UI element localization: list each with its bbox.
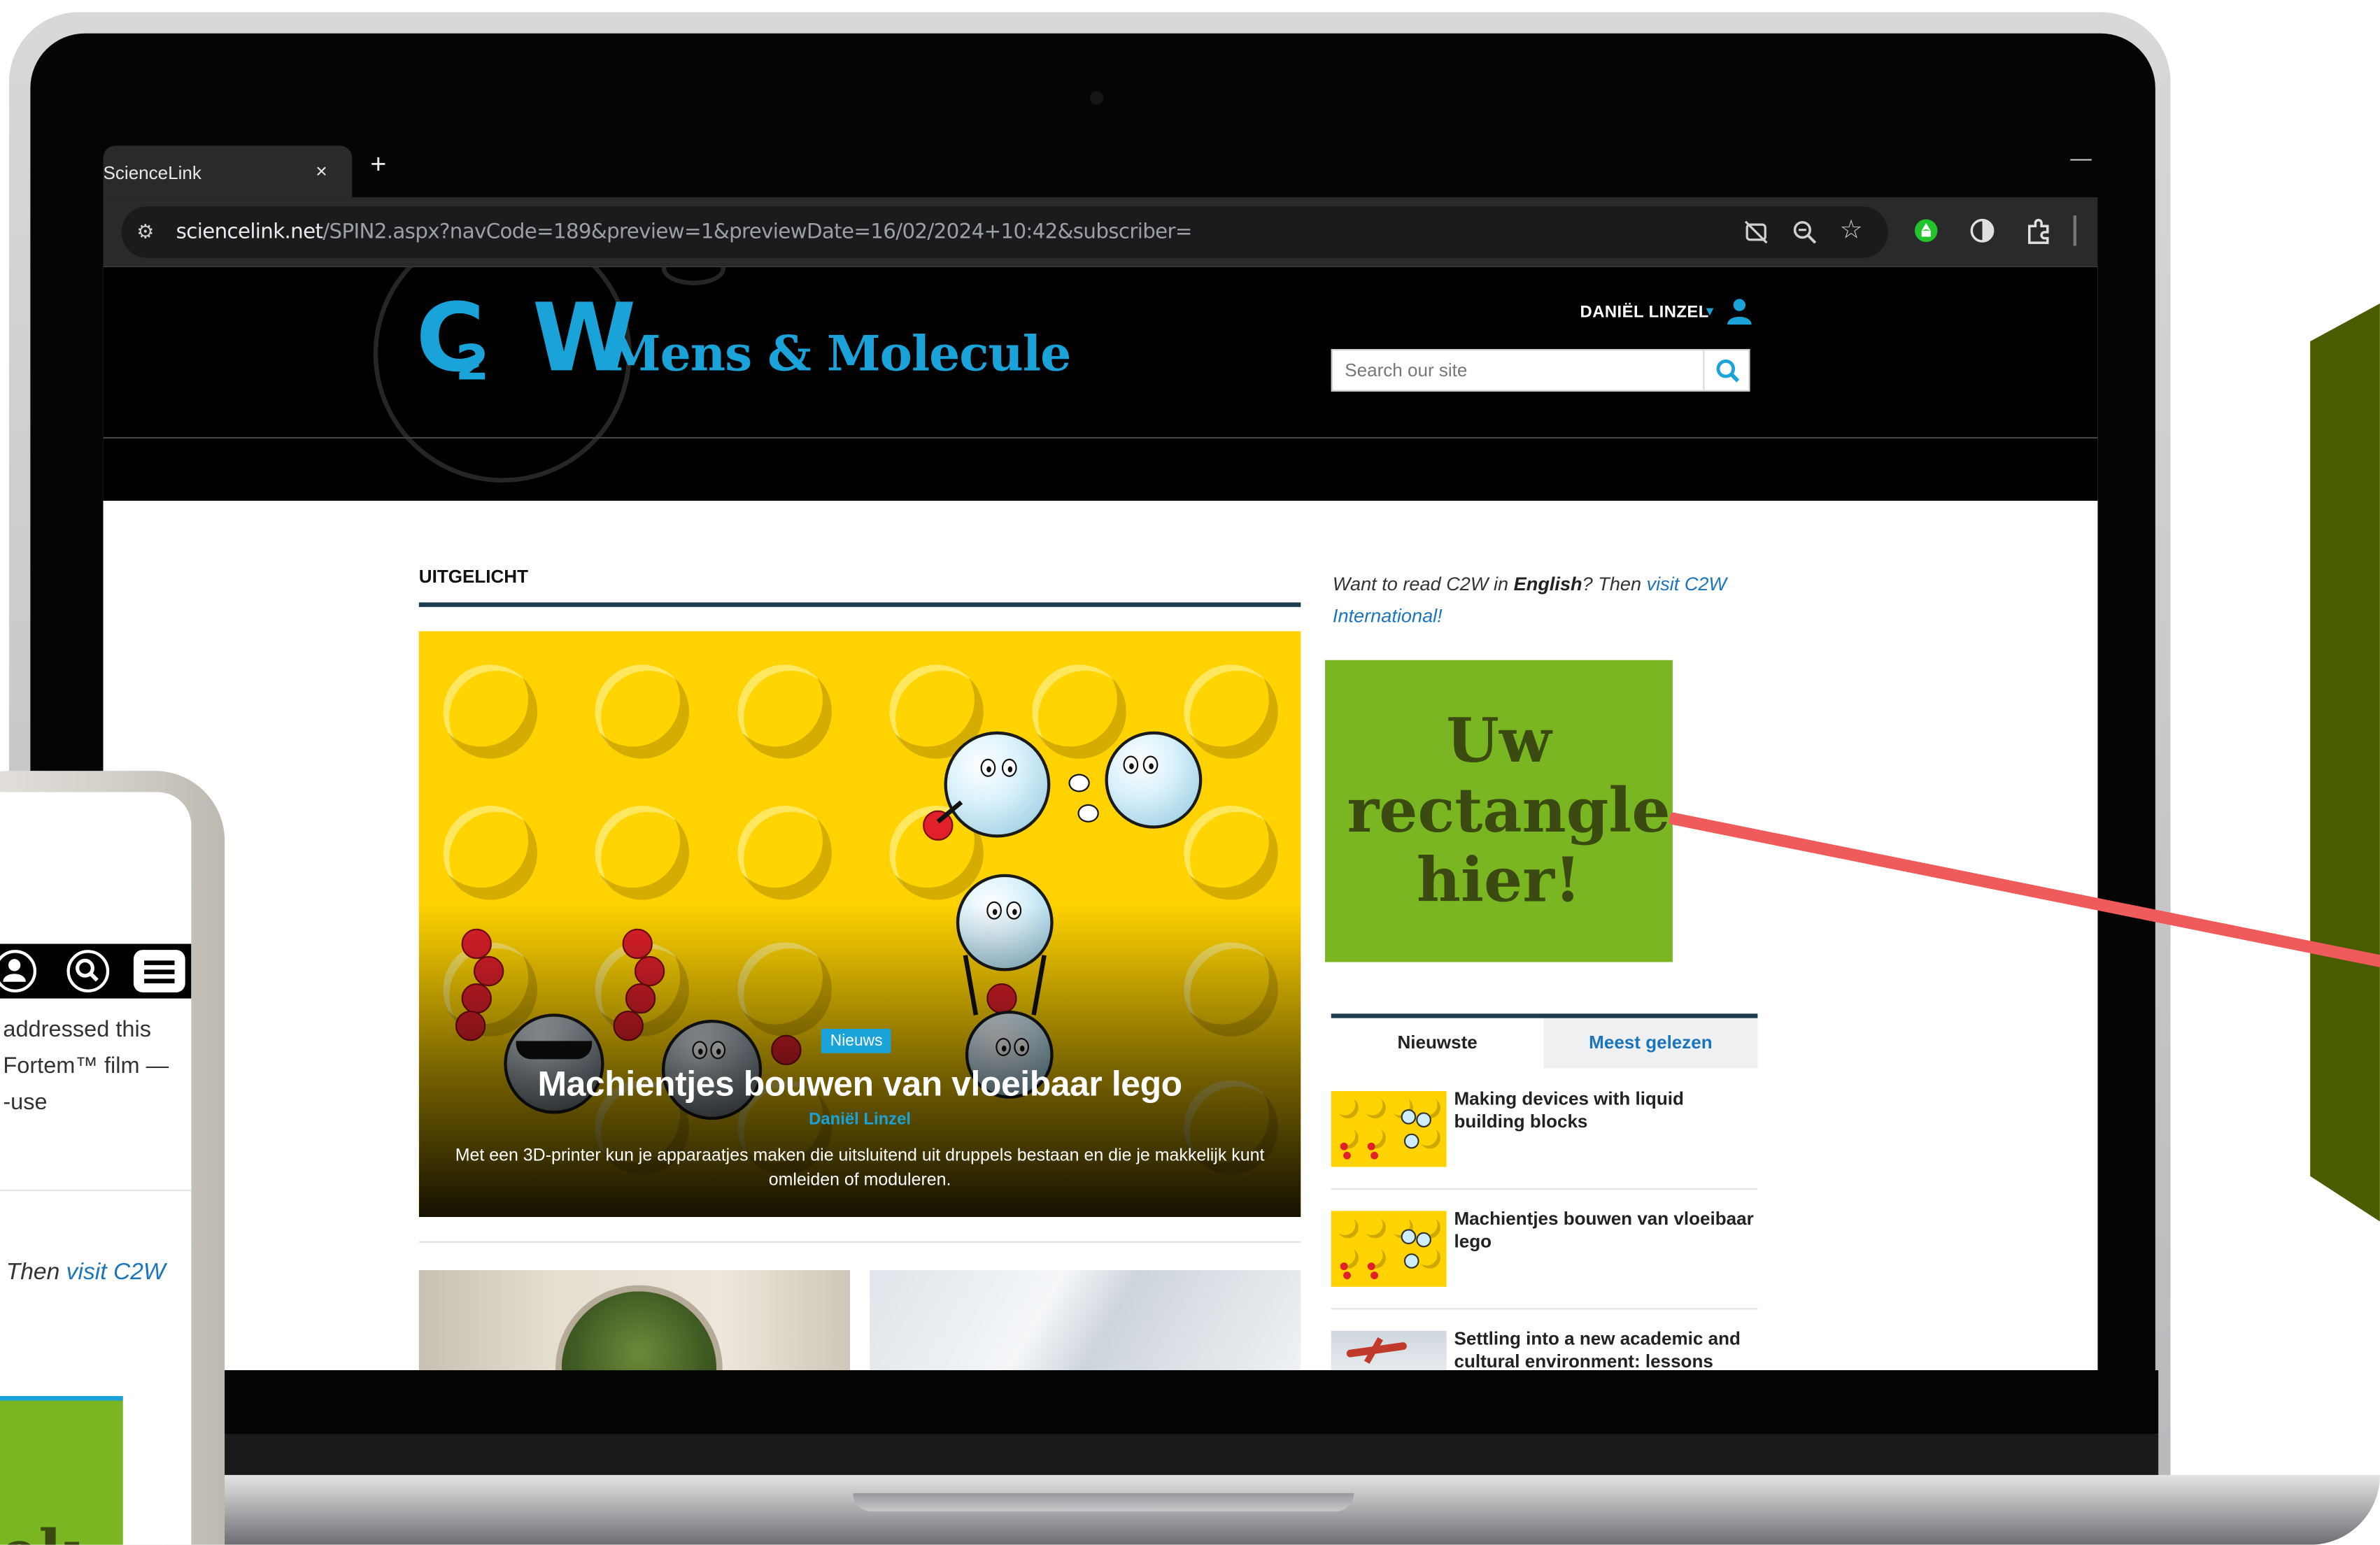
new-tab-button[interactable]: +: [370, 149, 386, 181]
site-info-icon[interactable]: ⚙: [136, 220, 154, 245]
tab-title: ScienceLink: [103, 162, 201, 184]
news-title[interactable]: Making devices with liquid building bloc…: [1454, 1088, 1757, 1134]
news-item[interactable]: Making devices with liquid building bloc…: [1331, 1088, 1758, 1186]
news-divider: [1331, 1308, 1758, 1310]
user-icon[interactable]: [1727, 297, 1752, 332]
droplet-eye: [1001, 758, 1017, 777]
chevron-down-icon[interactable]: ▾: [1706, 304, 1714, 320]
phone-promo-prefix: Then: [6, 1259, 66, 1286]
content-area: UITGELICHT Nieuws Machientjes bouwen van…: [103, 500, 2098, 1371]
eye-off-icon[interactable]: [1743, 218, 1770, 252]
laptop-notch: [853, 1493, 1354, 1511]
hero-title[interactable]: Machientjes bouwen van vloeibaar lego: [419, 1064, 1301, 1105]
hero-description: Met een 3D-printer kun je apparaatjes ma…: [455, 1147, 1265, 1190]
news-title[interactable]: Settling into a new academic and cultura…: [1454, 1327, 1757, 1370]
news-divider: [1331, 1188, 1758, 1190]
tab-most-read[interactable]: Meest gelezen: [1543, 1018, 1758, 1069]
promo-bold: English: [1513, 574, 1582, 595]
close-icon[interactable]: ×: [316, 159, 327, 183]
lego-stud: [737, 806, 832, 900]
search-box: [1331, 349, 1750, 392]
section-divider: [418, 602, 1301, 607]
droplet-eye: [1123, 755, 1139, 774]
lego-stud: [1184, 806, 1278, 900]
camera-icon: [1089, 91, 1104, 105]
droplet-character: [1105, 731, 1203, 829]
browser-tabbar: ScienceLink × + —: [103, 136, 2098, 198]
star-icon[interactable]: ☆: [1840, 215, 1863, 245]
lego-stud: [1032, 664, 1126, 759]
website: C W 2 Mens & Molecule DANIËL LINZEL ▾ UI…: [103, 266, 2098, 1371]
content-divider: [418, 1241, 1301, 1243]
lego-stud: [595, 806, 689, 900]
lego-stud: [443, 806, 538, 900]
droplet-character: [944, 731, 1051, 838]
site-header: C W 2 Mens & Molecule DANIËL LINZEL ▾: [103, 266, 2098, 501]
news-thumbnail: [1331, 1211, 1447, 1287]
phone-promo: Then visit C2W: [6, 1260, 166, 1287]
news-item[interactable]: Machientjes bouwen van vloeibaar lego: [1331, 1208, 1758, 1305]
search-button[interactable]: [1703, 350, 1748, 390]
user-menu-name[interactable]: DANIËL LINZEL: [1580, 304, 1709, 322]
section-title: UITGELICHT: [418, 566, 529, 588]
promo-middle: ? Then: [1582, 574, 1647, 595]
url-path: /SPIN2.aspx?navCode=189&preview=1&previe…: [323, 220, 1192, 245]
lego-stud: [595, 664, 689, 759]
tab-newest[interactable]: Nieuwste: [1331, 1018, 1544, 1069]
lego-stud: [443, 664, 538, 759]
phone-article-line: Fortem™ film —: [3, 1053, 169, 1079]
droplet-eye: [1142, 755, 1159, 774]
phone-ad-text: ek: [0, 1518, 80, 1545]
phone-article-line: -use: [3, 1089, 48, 1116]
logo-bubble: [661, 266, 726, 285]
plant-image: [555, 1285, 723, 1371]
lego-stud: [1184, 664, 1278, 759]
category-badge[interactable]: Nieuws: [821, 1028, 892, 1053]
ad-text: Uw rectangle hier!: [1347, 704, 1671, 916]
lego-stud: [737, 664, 832, 759]
url-domain: sciencelink.net: [176, 220, 323, 245]
search-icon: [1716, 359, 1740, 383]
phone-article-line: addressed this: [3, 1016, 152, 1043]
side-ad-panel: [2310, 303, 2380, 1222]
article-thumbnail[interactable]: [870, 1269, 1301, 1371]
laptop-bottom-bezel: [103, 1370, 2159, 1434]
phone-promo-link[interactable]: visit C2W: [66, 1260, 166, 1286]
logo-subscript: 2: [455, 334, 490, 392]
toolbar-divider: [2073, 215, 2077, 246]
droplet-eye: [980, 758, 996, 777]
search-input[interactable]: [1332, 350, 1703, 390]
droplet-hand: [1077, 804, 1099, 823]
news-thumbnail: [1331, 1330, 1447, 1371]
extension-green-icon[interactable]: [1914, 218, 1939, 248]
header-divider: [103, 436, 2098, 439]
article-thumbnail[interactable]: [418, 1269, 850, 1371]
news-item[interactable]: Settling into a new academic and cultura…: [1331, 1327, 1758, 1371]
user-icon[interactable]: [0, 950, 37, 992]
mockup-stage: ScienceLink × + — ⚙ sciencelink.net/SPIN…: [0, 0, 2380, 1545]
hero-author[interactable]: Daniël Linzel: [419, 1111, 1301, 1129]
contrast-icon[interactable]: [1970, 218, 1995, 248]
minimize-button[interactable]: —: [2070, 145, 2091, 170]
hero-article[interactable]: Nieuws Machientjes bouwen van vloeibaar …: [418, 631, 1301, 1218]
url-text[interactable]: sciencelink.net/SPIN2.aspx?navCode=189&p…: [176, 220, 1193, 245]
phone-divider: [0, 1189, 192, 1192]
news-thumbnail: [1331, 1090, 1447, 1167]
english-promo: Want to read C2W in English? Then visit …: [1333, 569, 1773, 633]
address-bar[interactable]: ⚙ sciencelink.net/SPIN2.aspx?navCode=189…: [121, 206, 1888, 258]
phone-screen: addressed this Fortem™ film — -use Then …: [0, 792, 192, 1545]
puzzle-icon[interactable]: [2025, 218, 2052, 252]
zoom-icon[interactable]: [1791, 218, 1818, 252]
browser-tab[interactable]: ScienceLink ×: [103, 145, 353, 198]
ad-rectangle[interactable]: Uw rectangle hier!: [1325, 660, 1673, 962]
logo-title[interactable]: Mens & Molecule: [607, 325, 1071, 382]
promo-prefix: Want to read C2W in: [1332, 574, 1514, 595]
droplet-hand: [1068, 774, 1090, 792]
logo-mark[interactable]: C W: [416, 283, 636, 393]
browser-toolbar: ⚙ sciencelink.net/SPIN2.aspx?navCode=189…: [103, 197, 2098, 267]
phone-header: [0, 944, 192, 999]
news-title[interactable]: Machientjes bouwen van vloeibaar lego: [1454, 1208, 1757, 1253]
menu-icon[interactable]: [133, 950, 185, 992]
search-icon[interactable]: [66, 950, 110, 992]
